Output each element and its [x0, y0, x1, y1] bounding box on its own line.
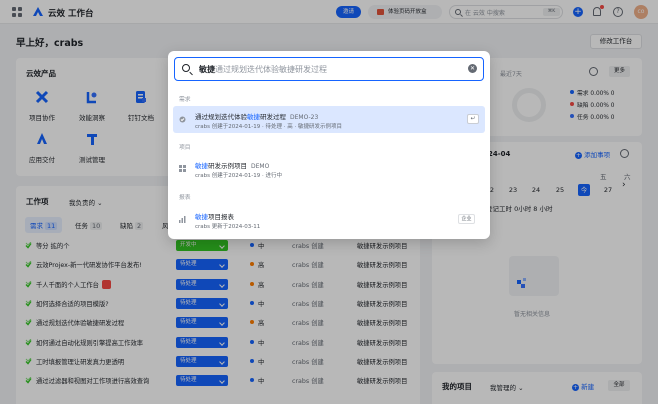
result-meta: crabs 创建于2024-01-19 · 进行中 [195, 173, 282, 179]
title-suffix: 研发示例项目 [208, 162, 247, 170]
result-code: DEMO [251, 163, 270, 170]
title-match: 敏捷 [195, 213, 208, 221]
title-match: 敏捷 [195, 162, 208, 170]
search-query: 敏捷通过规划迭代体验敏捷研发过程 [199, 64, 327, 75]
query-suggestion: 通过规划迭代体验敏捷研发过程 [215, 65, 327, 74]
scope-tag: 企业 [458, 214, 475, 224]
search-icon [182, 64, 190, 72]
query-typed: 敏捷 [199, 65, 215, 74]
search-result-item[interactable]: 敏捷研发示例项目 DEMO crabs 创建于2024-01-19 · 进行中 [173, 155, 485, 182]
modal-search-input[interactable]: 敏捷通过规划迭代体验敏捷研发过程 ✕ [174, 57, 484, 81]
result-title: 敏捷项目报表 [195, 211, 238, 221]
report-result-icon [179, 216, 186, 223]
enter-key-icon: ↵ [467, 114, 479, 124]
search-result-item[interactable]: 敏捷项目报表 crabs 更新于2024-03-11 企业 [173, 206, 485, 233]
result-title: 通过规划迭代体验敏捷研发过程 DEMO-23 [195, 111, 318, 121]
search-modal: 敏捷通过规划迭代体验敏捷研发过程 ✕ 需求 通过规划迭代体验敏捷研发过程 DEMO-… [168, 51, 490, 239]
result-meta: crabs 创建于2024-01-19 · 待处理 · 高 · 敏捷研发示例项目 [195, 124, 342, 130]
title-match: 敏捷 [247, 113, 260, 121]
result-title: 敏捷研发示例项目 DEMO [195, 160, 269, 170]
result-section-header: 报表 [179, 195, 191, 201]
title-prefix: 通过规划迭代体验 [195, 113, 247, 121]
title-suffix: 研发过程 [260, 113, 286, 121]
result-meta: crabs 更新于2024-03-11 [195, 224, 261, 230]
title-suffix: 项目报表 [208, 213, 234, 221]
result-code: DEMO-23 [290, 114, 319, 121]
result-section-header: 项目 [179, 145, 191, 151]
requirement-result-icon [179, 116, 186, 123]
search-result-item[interactable]: 通过规划迭代体验敏捷研发过程 DEMO-23 crabs 创建于2024-01-19… [173, 106, 485, 133]
result-section-header: 需求 [179, 97, 191, 103]
clear-icon[interactable]: ✕ [468, 64, 477, 73]
project-result-icon [179, 165, 186, 172]
